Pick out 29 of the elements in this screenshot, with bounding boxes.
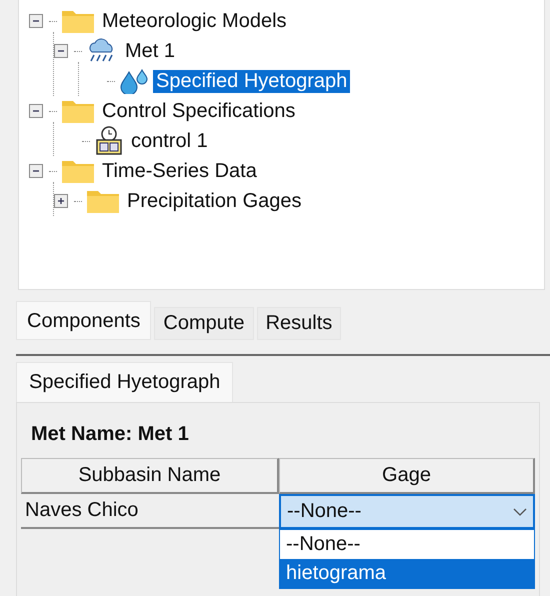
tree-item[interactable]: Time-Series Data (99, 160, 260, 182)
collapse-toggle[interactable] (54, 44, 68, 58)
dropdown-option[interactable]: --None-- (280, 530, 534, 559)
tab[interactable]: Compute (154, 307, 254, 340)
water-drops-icon (119, 68, 149, 94)
tree-item[interactable]: control 1 (128, 130, 211, 152)
met-name-label: Met Name: Met 1 (30, 422, 190, 447)
tree-item[interactable]: Precipitation Gages (124, 190, 305, 212)
folder-icon (61, 8, 95, 34)
tree-item[interactable]: Specified Hyetograph (153, 70, 350, 92)
folder-icon (61, 158, 95, 184)
clock-calendar-icon (94, 126, 124, 156)
tree-item[interactable]: Meteorologic Models (99, 10, 290, 32)
tab[interactable]: Specified Hyetograph (16, 362, 234, 402)
collapse-toggle[interactable] (29, 164, 43, 178)
tab[interactable]: Results (256, 307, 342, 340)
column-header: Gage (279, 458, 535, 494)
collapse-toggle[interactable] (29, 104, 43, 118)
collapse-toggle[interactable] (29, 14, 43, 28)
tree-item[interactable]: Control Specifications (99, 100, 298, 122)
folder-icon (61, 98, 95, 124)
tree-item[interactable]: Met 1 (122, 40, 178, 62)
tab[interactable]: Components (16, 301, 152, 340)
gage-dropdown[interactable]: --None-- (279, 494, 535, 529)
chevron-down-icon (513, 508, 527, 516)
column-header: Subbasin Name (21, 458, 279, 494)
expand-toggle[interactable] (54, 194, 68, 208)
dropdown-option[interactable]: hietograma (280, 559, 534, 588)
folder-icon (86, 188, 120, 214)
